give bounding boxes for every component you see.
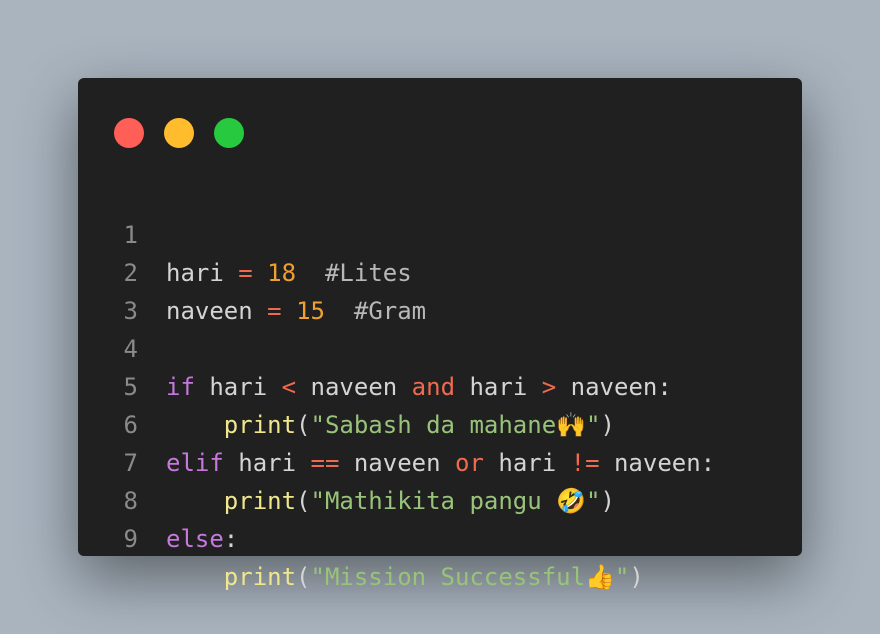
code-line-5: 5 print("Sabash da mahane🙌") xyxy=(78,330,802,439)
function-name: print xyxy=(223,563,297,591)
minimize-dot-icon[interactable] xyxy=(164,118,194,148)
code-line-8: 8 else: xyxy=(78,444,802,553)
line-content: print("Mission Successful👍") xyxy=(166,558,644,596)
code-line-6: 6 elif hari == naveen or hari != naveen: xyxy=(78,368,802,477)
code-line-4: 4 if hari < naveen and hari > naveen: xyxy=(78,292,802,401)
code-line-7: 7 print("Mathikita pangu 🤣") xyxy=(78,406,802,515)
code-line-2: 2 naveen = 15 #Gram xyxy=(78,216,802,325)
keyword: else xyxy=(166,525,224,553)
code-block: 1 hari = 18 #Lites 2 naveen = 15 #Gram 3… xyxy=(78,178,802,591)
code-line-1: 1 hari = 18 #Lites xyxy=(78,178,802,287)
punctuation: ( xyxy=(296,563,311,591)
code-window: 1 hari = 18 #Lites 2 naveen = 15 #Gram 3… xyxy=(78,78,802,591)
close-dot-icon[interactable] xyxy=(114,118,144,148)
code-line-9: 9 print("Mission Successful👍") xyxy=(78,482,802,591)
maximize-dot-icon[interactable] xyxy=(214,118,244,148)
punctuation: : xyxy=(223,525,239,553)
line-number: 9 xyxy=(123,525,138,553)
line-content: else: xyxy=(166,520,238,558)
code-line-3: 3 xyxy=(78,254,802,325)
punctuation: ) xyxy=(629,563,644,591)
string-literal: "Mission Successful👍" xyxy=(310,563,630,591)
